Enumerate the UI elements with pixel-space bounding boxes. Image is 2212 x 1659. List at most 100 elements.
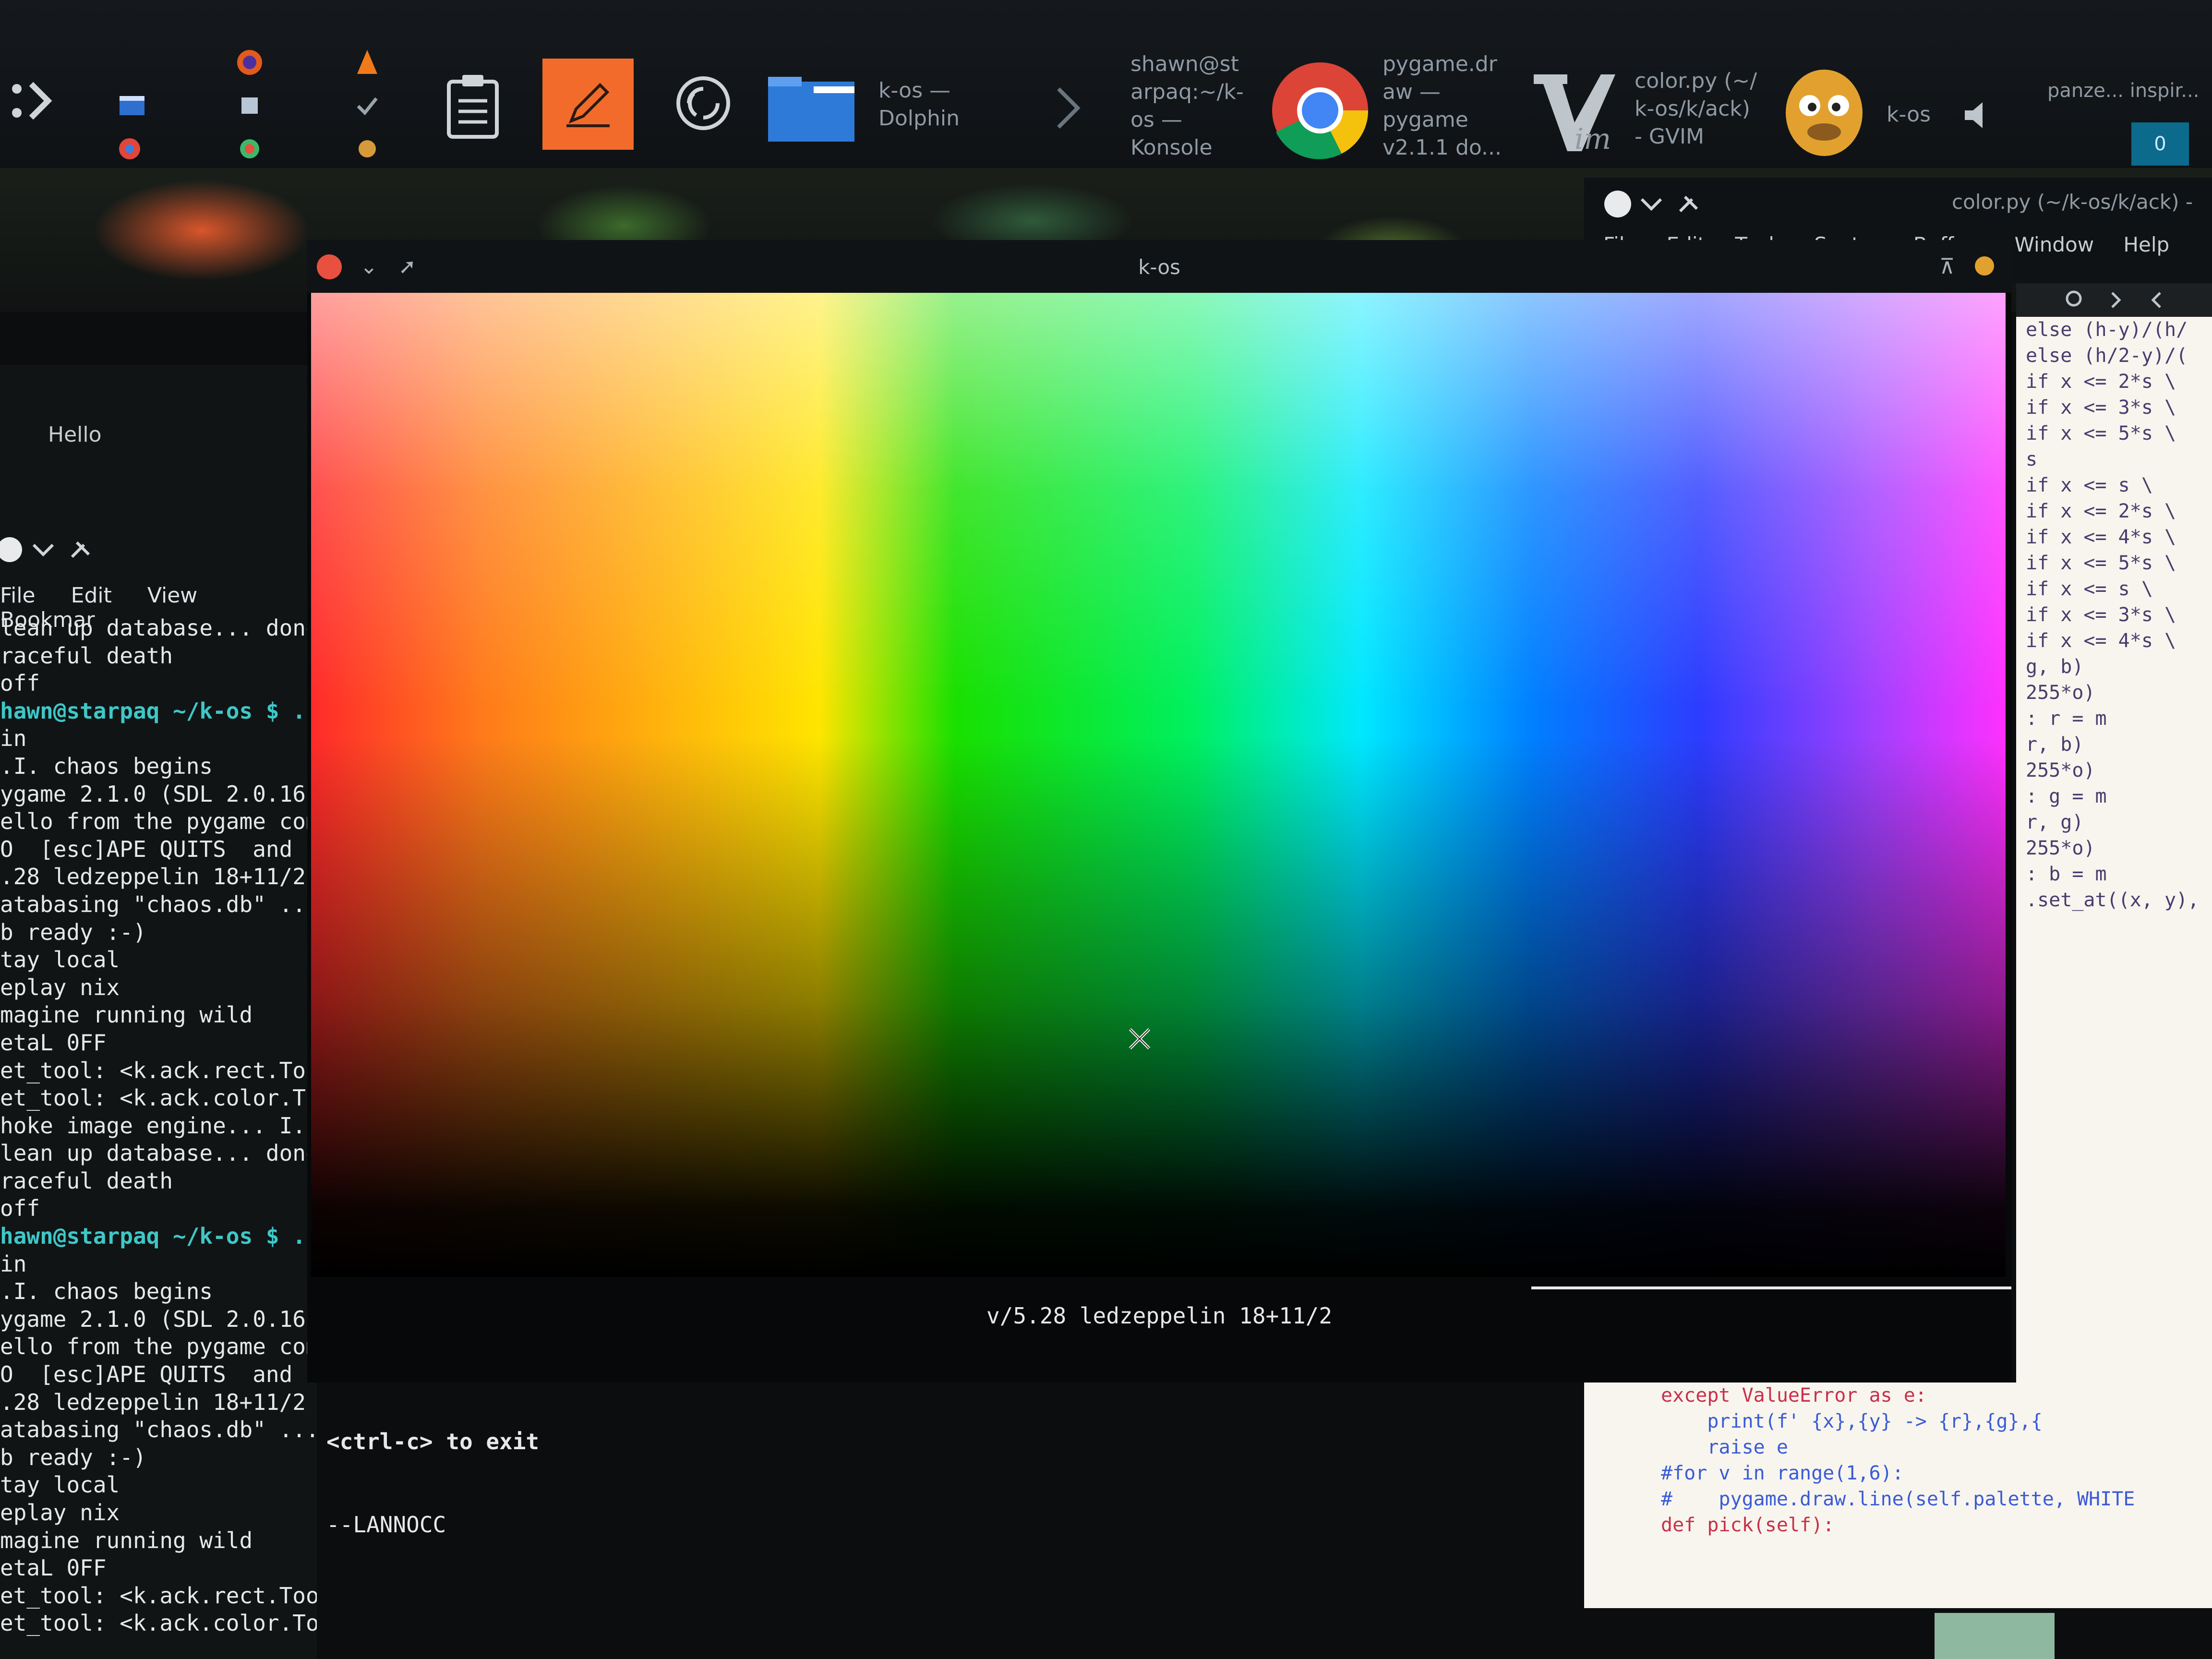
- task-label-konsole[interactable]: shawn@st arpaq:~/k- os — Konsole: [1130, 50, 1244, 162]
- chrome-small-icon[interactable]: [115, 134, 144, 163]
- vlc-icon[interactable]: [353, 46, 382, 79]
- code-line: if x <= 5*s \: [2026, 552, 2176, 574]
- gvim-title: color.py (~/k-os/k/ack) -: [1951, 190, 2193, 214]
- code-line: if x <= 5*s \: [2026, 422, 2176, 445]
- terminal-line: ygame 2.1.0 (SDL 2.0.16,: [0, 1306, 317, 1332]
- close-icon: [1604, 191, 1631, 217]
- menu-file[interactable]: File: [0, 583, 36, 608]
- mascot-small-icon[interactable]: [353, 134, 382, 163]
- terminal-line: et_tool: <k.ack.rect.Too: [0, 1057, 317, 1083]
- terminal-line: ello from the pygame com: [0, 808, 317, 835]
- terminal-line: eplay nix: [0, 1500, 120, 1526]
- gvim-toolbar: [2016, 283, 2212, 317]
- terminal-line: O [esc]APE QUITS and: [0, 1361, 293, 1388]
- terminal-line: et_tool: <k.ack.color.To: [0, 1085, 317, 1111]
- code-line: raise e: [1661, 1436, 1788, 1458]
- terminal-line: magine running wild: [0, 1002, 253, 1028]
- kos-titlebar: ⌄ ➚ k-os ⊼: [307, 240, 2011, 293]
- code-line: : g = m: [2026, 785, 2107, 807]
- firefox-icon[interactable]: [233, 46, 266, 79]
- code-line: else (h/2-y)/(: [2026, 345, 2188, 367]
- hello-label: Hello: [48, 422, 102, 447]
- taskbar: k-os — Dolphin shawn@st arpaq:~/k- os — …: [0, 0, 2212, 168]
- terminal-line: atabasing "chaos.db" ...: [0, 891, 317, 917]
- terminal-line: .28 ledzeppelin 18+11/2: [0, 1389, 306, 1415]
- task-label-pygame[interactable]: pygame.dr aw — pygame v2.1.1 do...: [1382, 50, 1502, 162]
- color-palette-canvas[interactable]: [311, 293, 2006, 1277]
- keep-above-icon[interactable]: ⊼: [1939, 254, 1955, 279]
- terminal-line: atabasing "chaos.db" ...: [0, 1417, 317, 1443]
- gvim-buffer[interactable]: else (h-y)/(h/else (h/2-y)/(if x <= 2*s …: [2016, 317, 2212, 1517]
- check-icon[interactable]: [353, 91, 382, 120]
- pygame-icon[interactable]: [1776, 58, 1872, 163]
- terminal-line: et_tool: <k.ack.rect.Tool object at 0x7f…: [0, 1582, 317, 1609]
- code-line: s: [2026, 448, 2038, 470]
- terminal-line: ello from the pygame com: [0, 1334, 317, 1360]
- code-line: r, b): [2026, 733, 2084, 756]
- crosshair-icon: [1129, 1028, 1151, 1050]
- gvim-menu-window[interactable]: Window: [2014, 233, 2094, 256]
- terminal-line: in: [0, 725, 27, 752]
- pin-icon: [71, 541, 90, 558]
- window-icon[interactable]: [118, 91, 146, 120]
- tail-line-exit: <ctrl-c> to exit: [326, 1429, 540, 1455]
- gvim-menu-help[interactable]: Help: [2123, 233, 2169, 256]
- task-label-kos[interactable]: k-os: [1887, 101, 1931, 129]
- clock-badge-label: 0: [2154, 133, 2166, 155]
- tray-text[interactable]: panze... inspir...: [2047, 77, 2199, 105]
- menu-view[interactable]: View: [147, 583, 197, 608]
- terminal-line: ygame 2.1.0 (SDL 2.0.16,: [0, 781, 317, 807]
- terminal-line: raceful death: [0, 642, 173, 669]
- terminal-line: tay local: [0, 1472, 120, 1498]
- terminal-line: .I. chaos begins: [0, 753, 213, 779]
- code-line: if x <= s \: [2026, 474, 2153, 496]
- chrome-icon[interactable]: [1267, 58, 1373, 163]
- vim-icon[interactable]: im: [1527, 62, 1623, 158]
- code-line: 255*o): [2026, 759, 2095, 781]
- code-line: if x <= 3*s \: [2026, 397, 2176, 419]
- pygame-small-icon: [1973, 254, 1996, 283]
- panel-tab[interactable]: [1935, 1613, 2055, 1659]
- terminal-line: in: [0, 1250, 27, 1277]
- version-label: v/5.28 ledzeppelin 18+11/2: [986, 1303, 1333, 1329]
- network-icon[interactable]: [5, 72, 62, 130]
- code-line: print(f' {x},{y} -> {r},{g},{: [1661, 1410, 2043, 1432]
- folder-icon[interactable]: [766, 72, 857, 144]
- app-icon[interactable]: [235, 91, 264, 120]
- chevron-right-icon[interactable]: [1049, 82, 1087, 134]
- clock-badge[interactable]: 0: [2131, 122, 2189, 166]
- task-label-gvim[interactable]: color.py (~/ k-os/k/ack) - GVIM: [1635, 67, 1757, 151]
- terminal-line: raceful death: [0, 1167, 173, 1194]
- terminal-line: eplay nix: [0, 974, 120, 1000]
- search-icon: [2066, 290, 2082, 307]
- volume-icon[interactable]: [1959, 96, 1997, 134]
- menu-edit[interactable]: Edit: [71, 583, 112, 608]
- code-line: r, g): [2026, 811, 2084, 833]
- obs-icon[interactable]: [667, 67, 739, 139]
- task-label-dolphin[interactable]: k-os — Dolphin: [878, 77, 960, 132]
- terminal-output[interactable]: lean up database... done raceful death off…: [0, 614, 317, 1637]
- code-line: if x <= 3*s \: [2026, 604, 2176, 626]
- editor-icon[interactable]: [542, 59, 634, 150]
- terminal-line: hawn@starpaq ~/k-os $ ./: [0, 1223, 317, 1250]
- terminal-line: off: [0, 1195, 40, 1222]
- kos-title: k-os: [1138, 255, 1180, 279]
- color-picker-icon[interactable]: [235, 134, 264, 163]
- clipboard-icon[interactable]: [437, 67, 509, 144]
- close-icon: [0, 537, 22, 562]
- terminal-line: tay local: [0, 947, 120, 973]
- code-line: else (h-y)/(h/: [2026, 319, 2188, 341]
- code-line: : r = m: [2026, 708, 2107, 730]
- terminal-line: et_tool: <k.ack.color.Tool object at 0x7…: [0, 1610, 317, 1636]
- code-line: if x <= s \: [2026, 578, 2153, 600]
- code-line: 255*o): [2026, 682, 2095, 704]
- code-line: g, b): [2026, 656, 2084, 678]
- code-line: : b = m: [2026, 863, 2107, 885]
- terminal-line: etaL 0FF: [0, 1029, 107, 1056]
- konsole-window: Hello File Edit View Bookmar lean up dat…: [0, 365, 317, 1659]
- palette-shade-overlay: [311, 293, 2006, 1277]
- kos-statusbar: v/5.28 ledzeppelin 18+11/2: [307, 1277, 2011, 1382]
- code-line: def pick(self):: [1661, 1514, 1835, 1536]
- terminal-line: b ready :-): [0, 1444, 146, 1470]
- gvim-buffer-lower[interactable]: except ValueError as e: print(f' {x},{y}…: [1584, 1382, 2212, 1608]
